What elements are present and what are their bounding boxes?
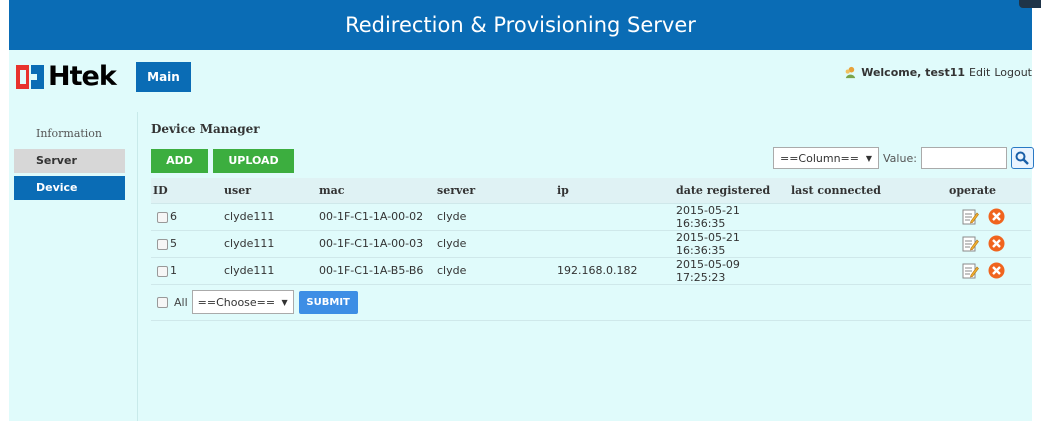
row-user: clyde111 — [224, 257, 319, 285]
row-server: clyde — [437, 203, 557, 231]
row-user: clyde111 — [224, 230, 319, 258]
header-server[interactable]: server — [437, 178, 557, 204]
logout-link[interactable]: Logout — [994, 66, 1032, 79]
bulk-action-select[interactable]: ==Choose== ▼ — [191, 290, 294, 314]
row-mac: 00-1F-C1-1A-B5-B6 — [319, 257, 437, 285]
main-tab[interactable]: Main — [136, 62, 191, 92]
row-id-cell: 1 — [151, 257, 224, 285]
row-actions — [949, 208, 1031, 225]
page-title: Device Manager — [151, 122, 260, 136]
header-mac[interactable]: mac — [319, 178, 437, 204]
window-corner-decoration — [1019, 0, 1041, 8]
search-icon — [1015, 151, 1030, 165]
row-id: 6 — [170, 210, 177, 223]
row-last-connected — [791, 257, 949, 285]
row-last-connected — [791, 230, 949, 258]
header-operate: operate — [949, 178, 1031, 204]
select-all-label: All — [174, 295, 188, 309]
row-mac: 00-1F-C1-1A-00-02 — [319, 203, 437, 231]
sidebar-item-device[interactable]: Device — [14, 176, 125, 200]
value-label: Value: — [883, 151, 917, 165]
htek-logo: Htek — [16, 61, 117, 92]
logo-mark — [16, 65, 46, 89]
row-date-registered: 2015-05-21 16:36:35 — [676, 230, 791, 258]
caret-down-icon: ▼ — [865, 153, 872, 163]
header-user[interactable]: user — [224, 178, 319, 204]
row-user: clyde111 — [224, 203, 319, 231]
logo-mark-icon — [16, 65, 44, 89]
row-server: clyde — [437, 257, 557, 285]
welcome-text: Welcome, test11 — [861, 66, 966, 79]
row-date-registered: 2015-05-21 16:36:35 — [676, 203, 791, 231]
row-id: 1 — [170, 264, 177, 277]
sidebar-item-server[interactable]: Server — [14, 149, 125, 173]
header-ip[interactable]: ip — [557, 178, 676, 204]
row-actions — [949, 235, 1031, 252]
top-banner: Redirection & Provisioning Server — [9, 0, 1032, 50]
edit-profile-link[interactable]: Edit — [969, 66, 990, 79]
row-operate — [949, 203, 1031, 231]
table-row: 1 clyde111 00-1F-C1-1A-B5-B6 clyde 192.1… — [151, 257, 1031, 285]
edit-icon[interactable] — [962, 262, 979, 279]
submit-button[interactable]: SUBMIT — [298, 290, 358, 314]
user-area: Welcome, test11 Edit Logout — [844, 66, 1032, 79]
table-header-row: ID user mac server ip date registered la… — [151, 178, 1031, 204]
sidebar-item-information[interactable]: Information — [14, 122, 125, 146]
header-last-connected[interactable]: last connected — [791, 178, 949, 204]
row-actions — [949, 262, 1031, 279]
row-checkbox[interactable] — [157, 265, 168, 277]
row-checkbox[interactable] — [157, 238, 168, 250]
header-id[interactable]: ID — [151, 178, 224, 204]
add-button[interactable]: ADD — [151, 149, 208, 173]
bulk-action-select-value: ==Choose== — [197, 295, 276, 309]
row-ip — [557, 230, 676, 258]
sidebar: Information Server Device — [14, 122, 125, 203]
device-table: ID user mac server ip date registered la… — [151, 178, 1031, 285]
row-server: clyde — [437, 230, 557, 258]
row-last-connected — [791, 203, 949, 231]
delete-icon[interactable] — [988, 235, 1005, 252]
table-row: 5 clyde111 00-1F-C1-1A-00-03 clyde 2015-… — [151, 230, 1031, 258]
column-select-value: ==Column== — [780, 151, 859, 165]
edit-icon[interactable] — [962, 208, 979, 225]
row-ip — [557, 203, 676, 231]
upload-button[interactable]: UPLOAD — [213, 149, 294, 173]
delete-icon[interactable] — [988, 262, 1005, 279]
logo-text: Htek — [48, 61, 117, 92]
banner-title: Redirection & Provisioning Server — [345, 13, 696, 37]
row-date-registered: 2015-05-09 17:25:23 — [676, 257, 791, 285]
search-bar: ==Column== ▼ Value: — [773, 147, 1034, 169]
row-checkbox[interactable] — [157, 211, 168, 223]
column-select[interactable]: ==Column== ▼ — [773, 147, 879, 169]
row-mac: 00-1F-C1-1A-00-03 — [319, 230, 437, 258]
header-date-registered[interactable]: date registered — [676, 178, 791, 204]
select-all-checkbox[interactable] — [157, 296, 168, 308]
row-id: 5 — [170, 237, 177, 250]
row-id-cell: 5 — [151, 230, 224, 258]
table-row: 6 clyde111 00-1F-C1-1A-00-02 clyde 2015-… — [151, 203, 1031, 231]
user-icon — [845, 66, 856, 79]
edit-icon[interactable] — [962, 235, 979, 252]
search-button[interactable] — [1010, 147, 1034, 169]
row-operate — [949, 230, 1031, 258]
bulk-action-bar: All ==Choose== ▼ SUBMIT — [151, 290, 358, 314]
row-id-cell: 6 — [151, 203, 224, 231]
value-input[interactable] — [920, 147, 1007, 169]
delete-icon[interactable] — [988, 208, 1005, 225]
sidebar-divider — [137, 112, 138, 421]
caret-down-icon: ▼ — [281, 297, 288, 307]
row-operate — [949, 257, 1031, 285]
divider — [151, 320, 1031, 321]
row-ip: 192.168.0.182 — [557, 257, 676, 285]
